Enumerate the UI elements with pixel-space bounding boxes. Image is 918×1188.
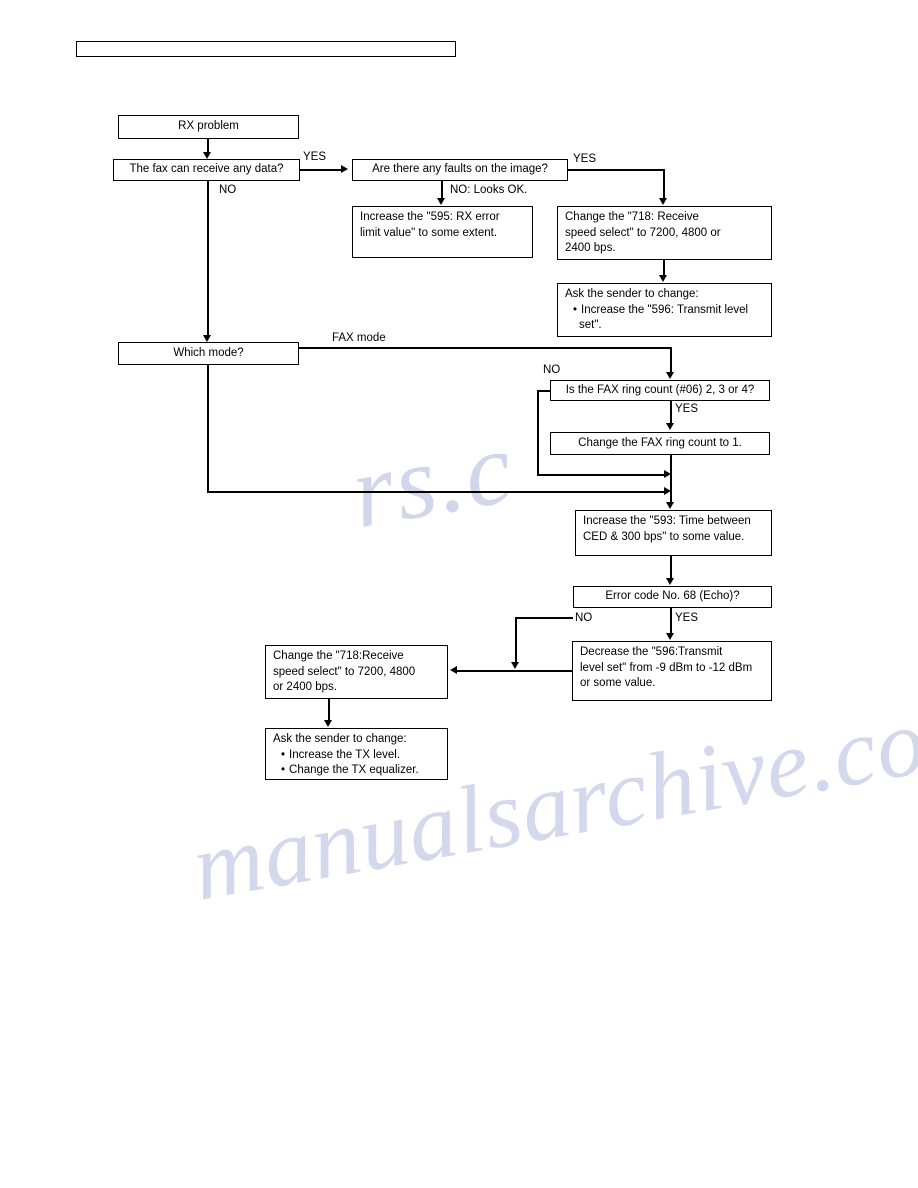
edge-faults-yes-v <box>663 169 665 199</box>
edge-718top-to-asksender-arrow <box>659 275 667 282</box>
edge-718top-to-asksender <box>663 260 665 276</box>
edge-receive-yes <box>300 169 341 171</box>
node-ask-sender-top-line3: set". <box>579 319 602 331</box>
node-decrease-596: Decrease the "596:Transmit level set" fr… <box>572 641 772 701</box>
node-change-718-top-line3: 2400 bps. <box>565 242 616 254</box>
edge-faxmode-v <box>670 347 672 373</box>
node-increase-593-line1: Increase the "593: Time between <box>583 515 751 527</box>
node-ask-sender-bottom-line2: Increase the TX level. <box>273 748 441 764</box>
edge-label-faults-yes: YES <box>573 153 597 165</box>
header-rule-box <box>76 41 456 57</box>
node-decrease-596-line3: or some value. <box>580 677 656 689</box>
edge-label-receive-yes: YES <box>303 151 327 163</box>
node-change-718-top-line2: speed select" to 7200, 4800 or <box>565 226 721 239</box>
node-error-code-68-label: Error code No. 68 (Echo)? <box>605 590 740 603</box>
node-ask-sender-top-line1: Ask the sender to change: <box>565 288 699 300</box>
watermark-text-1: rs.c <box>343 408 522 551</box>
edge-rx-to-receive-arrow <box>203 152 211 159</box>
node-error-code-68: Error code No. 68 (Echo)? <box>573 586 772 608</box>
edge-faults-no-arrow <box>437 198 445 205</box>
edge-faults-no <box>441 181 443 199</box>
node-change-718-top: Change the "718: Receive speed select" t… <box>557 206 772 260</box>
edge-error-no-arrow <box>511 662 519 669</box>
edge-label-ring-no: NO <box>543 364 561 376</box>
edge-rx-to-receive <box>207 139 209 153</box>
node-decrease-596-line2: level set" from -9 dBm to -12 dBm <box>580 661 753 674</box>
edge-faxmode-h <box>299 347 672 349</box>
node-faults-image: Are there any faults on the image? <box>352 159 568 181</box>
edge-ring-yes <box>670 401 672 424</box>
edge-label-ring-yes: YES <box>675 403 699 415</box>
node-increase-595-line1: Increase the "595: RX error <box>360 211 500 223</box>
node-increase-595: Increase the "595: RX error limit value"… <box>352 206 533 258</box>
node-change-718-top-line1: Change the "718: Receive <box>565 211 699 223</box>
node-which-mode-label: Which mode? <box>173 346 244 359</box>
edge-593-to-error-arrow <box>666 578 674 585</box>
edge-whichmode-right <box>207 491 666 493</box>
watermark-text-2: manualsarchive.com <box>184 674 918 921</box>
edge-trunk-to-593-arrow <box>666 502 674 509</box>
edge-label-fax-mode: FAX mode <box>332 332 386 344</box>
node-can-receive: The fax can receive any data? <box>113 159 300 181</box>
node-ask-sender-top-line2: Increase the "596: Transmit level <box>565 303 765 319</box>
node-ring-count-question-label: Is the FAX ring count (#06) 2, 3 or 4? <box>565 383 755 396</box>
edge-receive-no <box>207 181 209 336</box>
node-change-718-bottom-line3: or 2400 bps. <box>273 681 337 693</box>
edge-ring-no-h2 <box>537 474 666 476</box>
node-change-718-bottom: Change the "718:Receive speed select" to… <box>265 645 448 699</box>
edge-trunk-to-593 <box>670 455 672 503</box>
edge-error-yes <box>670 608 672 634</box>
node-increase-593: Increase the "593: Time between CED & 30… <box>575 510 772 556</box>
edge-ring-no-h1 <box>537 390 551 392</box>
node-ask-sender-top: Ask the sender to change: Increase the "… <box>557 283 772 337</box>
edge-faults-yes-arrow <box>659 198 667 205</box>
node-which-mode: Which mode? <box>118 342 299 365</box>
edge-faults-yes-h <box>568 169 664 171</box>
node-rx-problem-label: RX problem <box>178 120 239 133</box>
edge-error-no-h <box>515 617 573 619</box>
node-can-receive-label: The fax can receive any data? <box>129 163 284 176</box>
edge-whichmode-down <box>207 365 209 492</box>
node-increase-595-line2: limit value" to some extent. <box>360 226 498 239</box>
node-ask-sender-bottom-line1: Ask the sender to change: <box>273 733 407 745</box>
node-decrease-596-line1: Decrease the "596:Transmit <box>580 646 723 658</box>
edge-error-yes-arrow <box>666 633 674 640</box>
node-ask-sender-bottom: Ask the sender to change: Increase the T… <box>265 728 448 780</box>
edge-receive-no-arrow <box>203 335 211 342</box>
edge-label-error-yes: YES <box>675 612 699 624</box>
node-change-718-bottom-line1: Change the "718:Receive <box>273 650 404 662</box>
flowchart-page: rs.c manualsarchive.com RX problem The f… <box>0 0 918 1188</box>
edge-faxmode-arrow <box>666 372 674 379</box>
node-change-ring-count-label: Change the FAX ring count to 1. <box>578 436 742 449</box>
edge-593-to-error <box>670 556 672 579</box>
edge-ring-yes-arrow <box>666 423 674 430</box>
node-increase-593-line2: CED & 300 bps" to some value. <box>583 530 745 543</box>
edge-718bottom-to-ask <box>328 699 330 721</box>
node-ask-sender-bottom-line3: Change the TX equalizer. <box>273 763 441 779</box>
edge-596-to-718bottom-arrow <box>450 666 457 674</box>
node-change-718-bottom-line2: speed select" to 7200, 4800 <box>273 665 416 678</box>
node-rx-problem: RX problem <box>118 115 299 139</box>
edge-label-error-no: NO <box>575 612 593 624</box>
edge-ring-no-v <box>537 390 539 475</box>
edge-718bottom-to-ask-arrow <box>324 720 332 727</box>
edge-596-to-718bottom <box>457 670 572 672</box>
edge-error-no-v <box>515 617 517 663</box>
edge-label-receive-no: NO <box>219 184 237 196</box>
edge-receive-yes-arrow <box>341 165 348 173</box>
node-change-ring-count: Change the FAX ring count to 1. <box>550 432 770 455</box>
node-ring-count-question: Is the FAX ring count (#06) 2, 3 or 4? <box>550 380 770 401</box>
node-faults-image-label: Are there any faults on the image? <box>372 163 548 176</box>
edge-label-faults-no: NO: Looks OK. <box>450 184 528 196</box>
